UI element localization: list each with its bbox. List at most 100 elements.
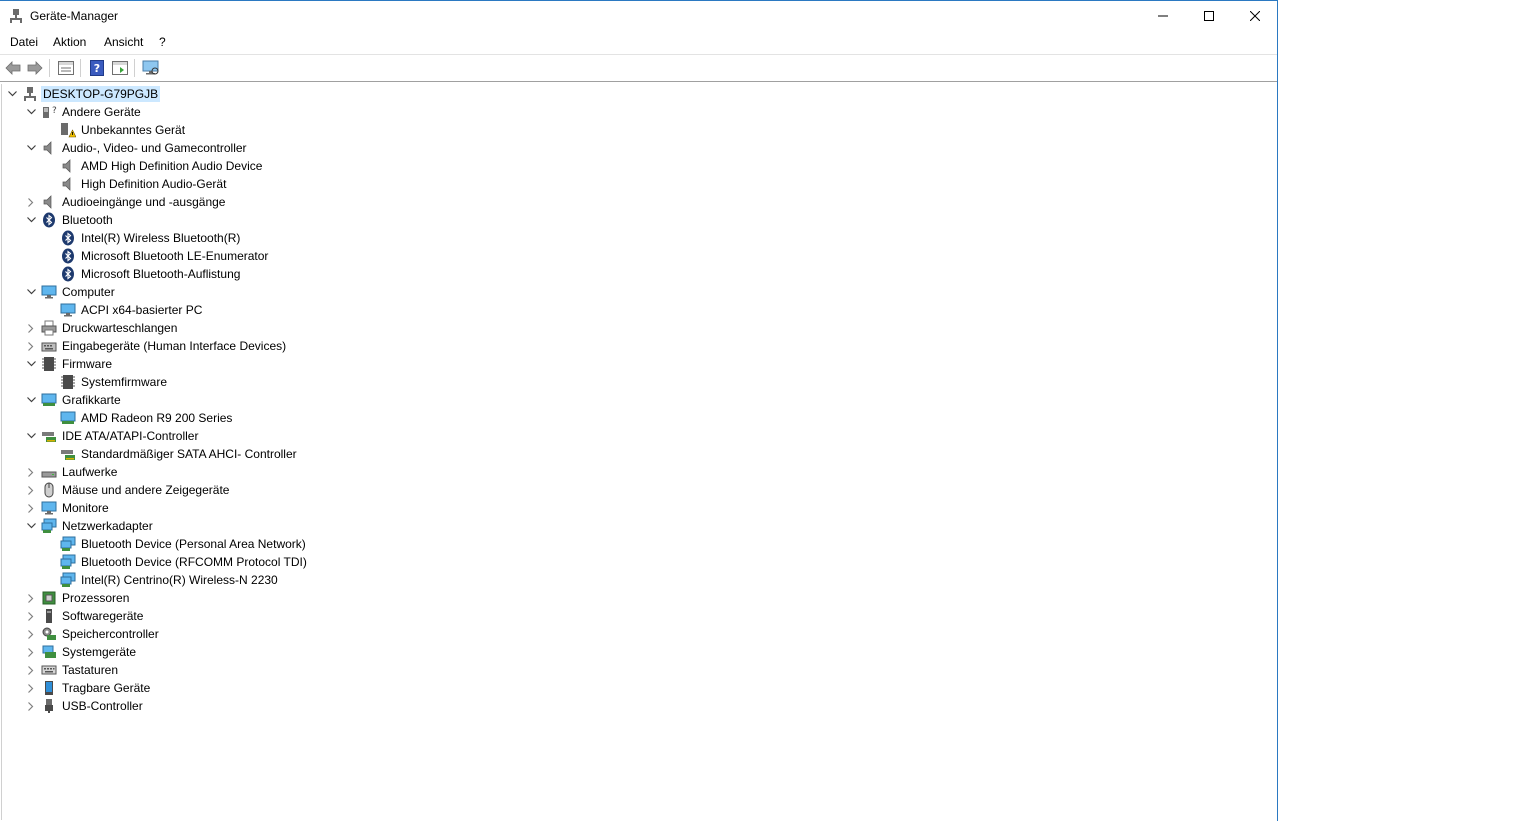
tree-category[interactable]: Laufwerke: [23, 463, 119, 481]
tree-category[interactable]: Druckwarteschlangen: [23, 319, 179, 337]
tree-item-label[interactable]: Prozessoren: [60, 590, 131, 606]
tree-device[interactable]: AMD High Definition Audio Device: [42, 157, 264, 175]
tree-category[interactable]: IDE ATA/ATAPI-Controller: [23, 427, 200, 445]
tree-category[interactable]: Prozessoren: [23, 589, 131, 607]
tree-item-label[interactable]: Microsoft Bluetooth-Auflistung: [79, 266, 242, 282]
chevron-right-icon[interactable]: [23, 319, 39, 337]
tree-item-label[interactable]: Softwaregeräte: [60, 608, 145, 624]
tree-item-label[interactable]: AMD Radeon R9 200 Series: [79, 410, 234, 426]
tree-category[interactable]: Computer: [23, 283, 117, 301]
tree-device[interactable]: Unbekanntes Gerät: [42, 121, 187, 139]
scan-hardware-button[interactable]: [141, 58, 161, 78]
device-tree[interactable]: DESKTOP-G79PGJB ? Andere Geräte Unbekannte…: [1, 84, 1276, 820]
minimize-button[interactable]: [1140, 1, 1186, 31]
chevron-down-icon[interactable]: [23, 427, 39, 445]
chevron-right-icon[interactable]: [23, 589, 39, 607]
maximize-button[interactable]: [1186, 1, 1232, 31]
tree-item-label[interactable]: Standardmäßiger SATA AHCI- Controller: [79, 446, 299, 462]
chevron-right-icon[interactable]: [23, 607, 39, 625]
tree-item-label[interactable]: Firmware: [60, 356, 114, 372]
tree-item-label[interactable]: Systemfirmware: [79, 374, 169, 390]
tree-item-label[interactable]: Druckwarteschlangen: [60, 320, 179, 336]
tree-category[interactable]: Bluetooth: [23, 211, 115, 229]
tree-item-label[interactable]: Bluetooth Device (RFCOMM Protocol TDI): [79, 554, 309, 570]
tree-device[interactable]: High Definition Audio-Gerät: [42, 175, 228, 193]
tree-root[interactable]: DESKTOP-G79PGJB: [4, 85, 161, 103]
tree-category[interactable]: Firmware: [23, 355, 114, 373]
menu-aktion[interactable]: Aktion: [53, 35, 86, 49]
tree-category[interactable]: Grafikkarte: [23, 391, 123, 409]
tree-category[interactable]: USB-Controller: [23, 697, 145, 715]
back-button[interactable]: [3, 58, 23, 78]
tree-item-label[interactable]: Intel(R) Wireless Bluetooth(R): [79, 230, 242, 246]
tree-category[interactable]: Speichercontroller: [23, 625, 161, 643]
tree-item-label[interactable]: Laufwerke: [60, 464, 119, 480]
update-driver-button[interactable]: [110, 58, 130, 78]
chevron-down-icon[interactable]: [4, 85, 20, 103]
tree-item-label[interactable]: Microsoft Bluetooth LE-Enumerator: [79, 248, 270, 264]
tree-item-label[interactable]: Bluetooth Device (Personal Area Network): [79, 536, 308, 552]
chevron-right-icon[interactable]: [23, 697, 39, 715]
tree-item-label[interactable]: Systemgeräte: [60, 644, 138, 660]
tree-device[interactable]: Microsoft Bluetooth-Auflistung: [42, 265, 242, 283]
tree-item-label[interactable]: Audioeingänge und -ausgänge: [60, 194, 227, 210]
tree-device[interactable]: Systemfirmware: [42, 373, 169, 391]
chevron-down-icon[interactable]: [23, 211, 39, 229]
tree-item-label[interactable]: Eingabegeräte (Human Interface Devices): [60, 338, 288, 354]
tree-item-label[interactable]: Monitore: [60, 500, 111, 516]
tree-item-label[interactable]: Tastaturen: [60, 662, 120, 678]
tree-category[interactable]: Audio-, Video- und Gamecontroller: [23, 139, 249, 157]
tree-category[interactable]: Systemgeräte: [23, 643, 138, 661]
tree-category[interactable]: Monitore: [23, 499, 111, 517]
tree-category[interactable]: ? Andere Geräte: [23, 103, 143, 121]
forward-button[interactable]: [25, 58, 45, 78]
chevron-down-icon[interactable]: [23, 139, 39, 157]
chevron-right-icon[interactable]: [23, 625, 39, 643]
tree-device[interactable]: Bluetooth Device (Personal Area Network): [42, 535, 308, 553]
chevron-right-icon[interactable]: [23, 661, 39, 679]
tree-item-label[interactable]: Bluetooth: [60, 212, 115, 228]
menu-datei[interactable]: Datei: [10, 35, 38, 49]
tree-device[interactable]: Microsoft Bluetooth LE-Enumerator: [42, 247, 270, 265]
tree-device[interactable]: Bluetooth Device (RFCOMM Protocol TDI): [42, 553, 309, 571]
chevron-down-icon[interactable]: [23, 391, 39, 409]
chevron-down-icon[interactable]: [23, 103, 39, 121]
tree-item-label[interactable]: Netzwerkadapter: [60, 518, 155, 534]
chevron-right-icon[interactable]: [23, 337, 39, 355]
tree-item-label[interactable]: High Definition Audio-Gerät: [79, 176, 228, 192]
tree-category[interactable]: Audioeingänge und -ausgänge: [23, 193, 227, 211]
tree-category[interactable]: Eingabegeräte (Human Interface Devices): [23, 337, 288, 355]
tree-item-label[interactable]: Speichercontroller: [60, 626, 161, 642]
tree-item-label[interactable]: Intel(R) Centrino(R) Wireless-N 2230: [79, 572, 280, 588]
tree-category[interactable]: Netzwerkadapter: [23, 517, 155, 535]
tree-item-label[interactable]: Unbekanntes Gerät: [79, 122, 187, 138]
tree-device[interactable]: AMD Radeon R9 200 Series: [42, 409, 234, 427]
tree-item-label[interactable]: Grafikkarte: [60, 392, 123, 408]
tree-root-label[interactable]: DESKTOP-G79PGJB: [41, 86, 161, 102]
tree-category[interactable]: Softwaregeräte: [23, 607, 145, 625]
tree-item-label[interactable]: Mäuse und andere Zeigegeräte: [60, 482, 231, 498]
chevron-down-icon[interactable]: [23, 283, 39, 301]
tree-item-label[interactable]: Andere Geräte: [60, 104, 143, 120]
tree-item-label[interactable]: Audio-, Video- und Gamecontroller: [60, 140, 249, 156]
tree-device[interactable]: Standardmäßiger SATA AHCI- Controller: [42, 445, 299, 463]
menu-ansicht[interactable]: Ansicht: [104, 35, 143, 49]
tree-device[interactable]: ACPI x64-basierter PC: [42, 301, 204, 319]
tree-category[interactable]: Tragbare Geräte: [23, 679, 152, 697]
chevron-down-icon[interactable]: [23, 517, 39, 535]
close-button[interactable]: [1232, 1, 1278, 31]
tree-item-label[interactable]: USB-Controller: [60, 698, 145, 714]
chevron-right-icon[interactable]: [23, 481, 39, 499]
help-button[interactable]: ?: [87, 58, 107, 78]
chevron-right-icon[interactable]: [23, 499, 39, 517]
tree-item-label[interactable]: ACPI x64-basierter PC: [79, 302, 204, 318]
chevron-down-icon[interactable]: [23, 355, 39, 373]
tree-item-label[interactable]: IDE ATA/ATAPI-Controller: [60, 428, 200, 444]
tree-item-label[interactable]: Computer: [60, 284, 117, 300]
chevron-right-icon[interactable]: [23, 463, 39, 481]
chevron-right-icon[interactable]: [23, 679, 39, 697]
tree-device[interactable]: Intel(R) Wireless Bluetooth(R): [42, 229, 242, 247]
tree-category[interactable]: Mäuse und andere Zeigegeräte: [23, 481, 231, 499]
menu-help[interactable]: ?: [159, 35, 166, 49]
tree-item-label[interactable]: Tragbare Geräte: [60, 680, 152, 696]
